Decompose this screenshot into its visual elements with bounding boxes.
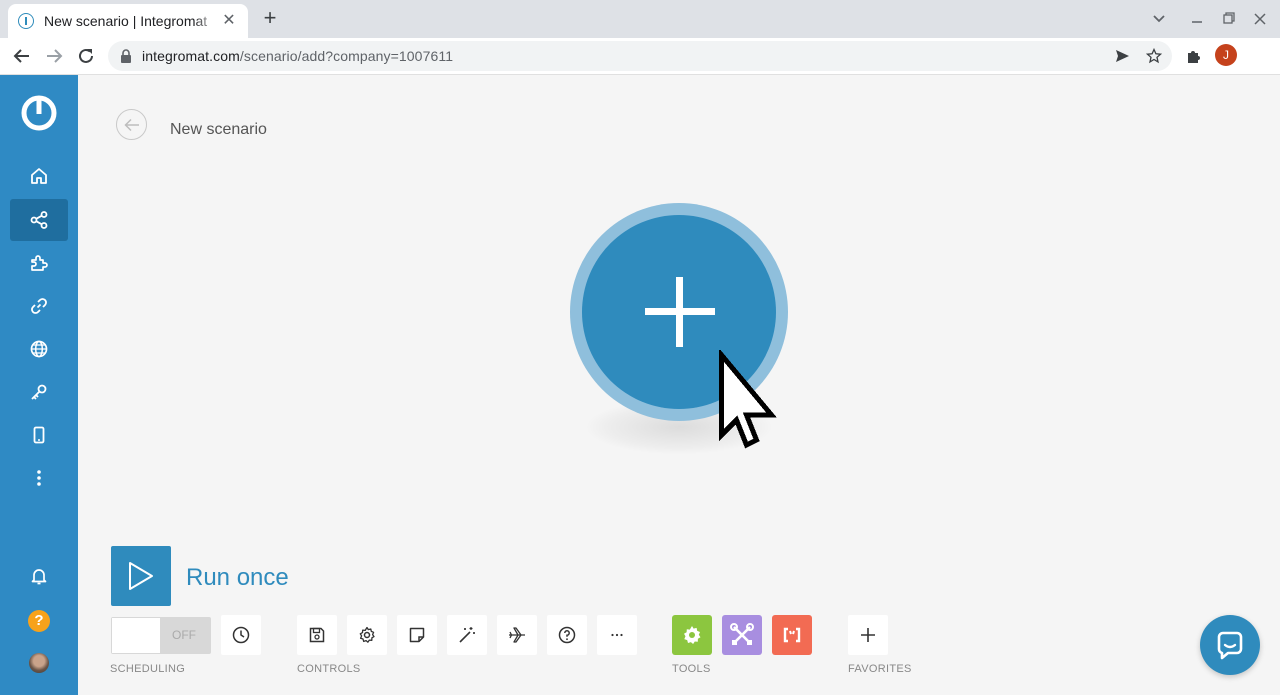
browser-tab[interactable]: New scenario | Integromat ✕ bbox=[8, 4, 248, 38]
sidebar-item-help[interactable]: ? bbox=[10, 600, 68, 642]
sidebar-item-notifications[interactable] bbox=[10, 555, 68, 597]
help-button[interactable] bbox=[547, 615, 587, 655]
sidebar-item-more[interactable] bbox=[10, 457, 68, 499]
run-once-label[interactable]: Run once bbox=[186, 564, 289, 592]
tab-search-icon[interactable] bbox=[1147, 8, 1171, 30]
share-icon bbox=[30, 211, 48, 229]
tools-utility-button[interactable] bbox=[722, 615, 762, 655]
forward-arrow-icon[interactable] bbox=[41, 43, 67, 69]
mouse-cursor-icon bbox=[716, 350, 782, 450]
arrow-left-icon bbox=[123, 118, 139, 131]
notes-button[interactable] bbox=[397, 615, 437, 655]
scheduling-toggle[interactable]: OFF bbox=[111, 617, 211, 654]
save-icon bbox=[309, 627, 325, 643]
gear-icon bbox=[684, 626, 701, 644]
explain-flow-button[interactable] bbox=[497, 615, 537, 655]
close-window-icon[interactable] bbox=[1248, 8, 1272, 30]
question-circle-icon bbox=[558, 626, 576, 644]
main-sidebar: ? bbox=[0, 75, 78, 695]
reload-icon[interactable] bbox=[73, 43, 99, 69]
plus-icon bbox=[861, 628, 875, 642]
scenario-settings-button[interactable] bbox=[347, 615, 387, 655]
browser-tab-bar: New scenario | Integromat ✕ + bbox=[0, 0, 1280, 38]
chat-bubble-icon bbox=[1217, 631, 1243, 660]
sidebar-item-keys[interactable] bbox=[10, 371, 68, 413]
brackets-icon bbox=[783, 627, 801, 643]
tools-label: TOOLS bbox=[672, 663, 711, 675]
save-button[interactable] bbox=[297, 615, 337, 655]
new-tab-icon[interactable]: + bbox=[258, 6, 282, 30]
browser-toolbar: integromat.com/scenario/add?company=1007… bbox=[0, 38, 1280, 75]
more-horizontal-icon bbox=[611, 633, 623, 637]
bookmark-star-icon[interactable] bbox=[1146, 48, 1162, 64]
integromat-favicon-icon bbox=[18, 13, 34, 29]
help-circle-icon: ? bbox=[28, 610, 50, 632]
sidebar-item-profile[interactable] bbox=[10, 642, 68, 684]
help-chat-button[interactable] bbox=[1200, 615, 1260, 675]
key-icon bbox=[31, 384, 47, 400]
note-icon bbox=[409, 627, 425, 643]
profile-avatar[interactable]: J bbox=[1215, 44, 1237, 66]
home-icon bbox=[31, 168, 47, 184]
url-text: integromat.com/scenario/add?company=1007… bbox=[142, 48, 454, 64]
favorites-label: FAVORITES bbox=[848, 663, 912, 675]
clock-icon bbox=[232, 626, 250, 644]
run-once-button[interactable] bbox=[111, 546, 171, 606]
page-title[interactable]: New scenario bbox=[170, 121, 267, 139]
wrench-screwdriver-icon bbox=[730, 623, 754, 645]
back-button[interactable] bbox=[116, 109, 147, 140]
add-favorite-button[interactable] bbox=[848, 615, 888, 655]
tab-title: New scenario | Integromat bbox=[44, 13, 208, 29]
link-icon bbox=[31, 298, 47, 314]
airplane-icon bbox=[509, 627, 525, 643]
integromat-logo-icon[interactable] bbox=[20, 94, 58, 132]
schedule-settings-button[interactable] bbox=[221, 615, 261, 655]
send-icon[interactable] bbox=[1114, 48, 1130, 64]
scheduling-label: SCHEDULING bbox=[110, 663, 186, 675]
bell-icon bbox=[31, 569, 47, 585]
user-avatar bbox=[29, 653, 49, 673]
toggle-knob bbox=[112, 618, 160, 653]
restore-icon[interactable] bbox=[1217, 8, 1241, 30]
sidebar-item-connections[interactable] bbox=[10, 285, 68, 327]
back-arrow-icon[interactable] bbox=[9, 43, 35, 69]
more-controls-button[interactable] bbox=[597, 615, 637, 655]
sidebar-item-scenarios[interactable] bbox=[10, 199, 68, 241]
mobile-icon bbox=[33, 426, 45, 444]
gear-icon bbox=[359, 626, 375, 643]
close-tab-icon[interactable]: ✕ bbox=[220, 12, 238, 30]
play-icon bbox=[129, 562, 153, 590]
more-vertical-icon bbox=[37, 470, 41, 486]
sidebar-item-webhooks[interactable] bbox=[10, 328, 68, 370]
extensions-puzzle-icon[interactable] bbox=[1181, 43, 1207, 69]
sidebar-item-templates[interactable] bbox=[10, 242, 68, 284]
globe-icon bbox=[30, 340, 48, 358]
tools-text-parser-button[interactable] bbox=[772, 615, 812, 655]
controls-label: CONTROLS bbox=[297, 663, 361, 675]
toggle-state-text: OFF bbox=[172, 628, 196, 642]
address-bar[interactable]: integromat.com/scenario/add?company=1007… bbox=[108, 41, 1172, 71]
auto-align-button[interactable] bbox=[447, 615, 487, 655]
puzzle-icon bbox=[31, 255, 48, 271]
tools-flow-control-button[interactable] bbox=[672, 615, 712, 655]
magic-wand-icon bbox=[459, 627, 475, 643]
sidebar-item-home[interactable] bbox=[10, 155, 68, 197]
lock-icon bbox=[121, 49, 131, 63]
minimize-icon[interactable] bbox=[1185, 8, 1209, 30]
sidebar-item-devices[interactable] bbox=[10, 414, 68, 456]
